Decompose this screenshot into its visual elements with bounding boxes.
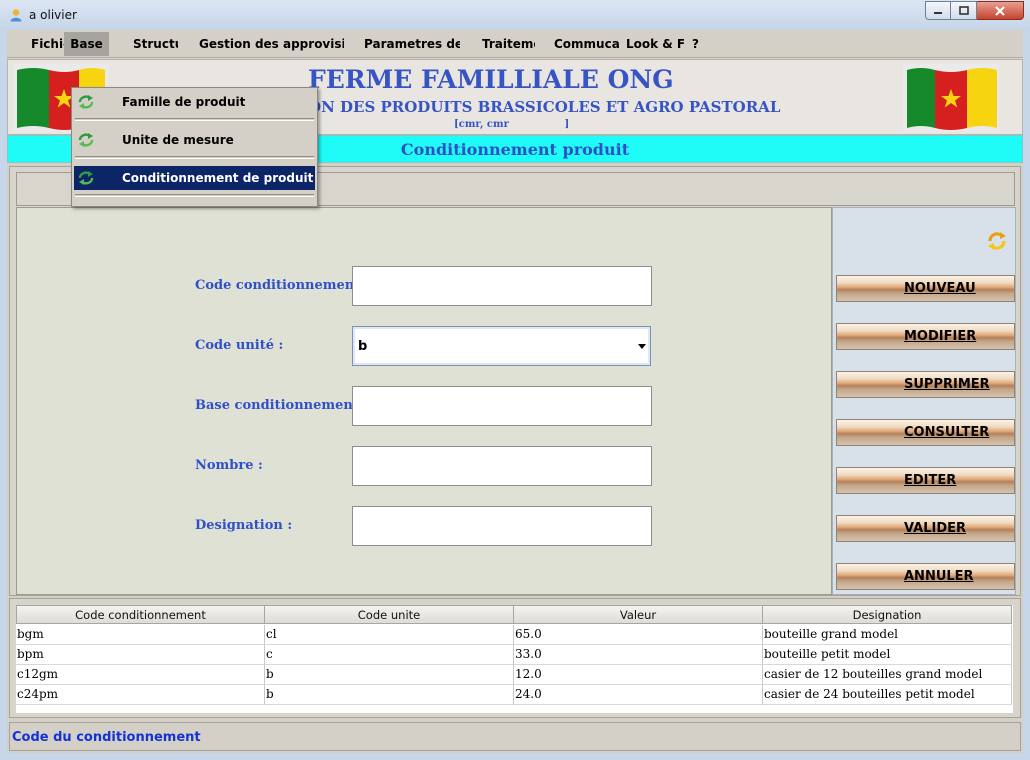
menu-separator (75, 156, 314, 159)
nouveau-button[interactable]: NOUVEAU (836, 275, 1015, 302)
table-cell: c12gm (16, 665, 265, 685)
maximize-icon (958, 6, 969, 15)
table-cell: 12.0 (514, 665, 763, 685)
cameroon-flag-right (903, 64, 999, 132)
editer-button-label: EDITER (904, 473, 957, 488)
annuler-button-label: ANNULER (904, 569, 974, 584)
menu-item-famille-produit[interactable]: Famille de produit (74, 90, 315, 114)
valider-button[interactable]: VALIDER (836, 515, 1015, 542)
modifier-button[interactable]: MODIFIER (836, 323, 1015, 350)
close-button[interactable] (977, 1, 1024, 20)
table-row[interactable]: c24pm b 24.0 casier de 24 bouteilles pet… (16, 685, 1013, 705)
table-cell: bpm (16, 645, 265, 665)
nombre-input[interactable] (352, 446, 652, 486)
refresh-icon[interactable] (986, 230, 1008, 252)
status-bar: Code du conditionnement (9, 722, 1021, 751)
status-text: Code du conditionnement (12, 730, 201, 745)
modifier-button-label: MODIFIER (904, 329, 977, 344)
table-cell: bouteille grand model (763, 625, 1012, 645)
maximize-button[interactable] (951, 1, 977, 20)
menu-gestion-approvisionnement[interactable]: Gestion des approvisionn (199, 37, 344, 51)
nouveau-button-label: NOUVEAU (904, 281, 976, 296)
organization-title: FERME FAMILLIALE ONG (308, 65, 674, 94)
valider-button-label: VALIDER (904, 521, 967, 536)
menu-item-label: Unite de mesure (122, 133, 234, 147)
window-title: a olivier (29, 8, 77, 22)
designation-input[interactable] (352, 506, 652, 546)
code-unite-selected-value: b (358, 339, 368, 354)
menu-help[interactable]: ? (692, 37, 702, 51)
code-unite-label: Code unité : (195, 338, 284, 353)
menu-item-unite-mesure[interactable]: Unite de mesure (74, 128, 315, 152)
user-icon (10, 9, 22, 22)
menu-look-and-feel[interactable]: Look & Fee (626, 37, 684, 51)
nombre-label: Nombre : (195, 458, 263, 473)
code-unite-select[interactable]: b (352, 326, 651, 366)
form-area: Code conditionnement : Code unité : b Ba… (16, 207, 832, 595)
table-cell: c (265, 645, 514, 665)
window-titlebar: a olivier (0, 0, 1030, 30)
minimize-icon (934, 11, 942, 14)
base-conditionnement-label: Base conditionnement : (195, 398, 369, 413)
code-conditionnement-input[interactable] (352, 266, 652, 306)
table-row[interactable]: bgm cl 65.0 bouteille grand model (16, 625, 1013, 645)
code-conditionnement-label: Code conditionnement : (195, 278, 370, 293)
menu-base[interactable]: Base (64, 32, 109, 56)
menu-separator (75, 194, 314, 197)
column-header-valeur[interactable]: Valeur (514, 605, 763, 624)
table-cell: 33.0 (514, 645, 763, 665)
table-cell: cl (265, 625, 514, 645)
table-row[interactable]: c12gm b 12.0 casier de 12 bouteilles gra… (16, 665, 1013, 685)
menu-bar: Fichie Base Structu Gestion des approvis… (7, 30, 1023, 58)
menu-item-label: Famille de produit (122, 95, 246, 109)
menu-item-conditionnement-produit[interactable]: Conditionnement de produit (74, 166, 315, 190)
menu-item-label: Conditionnement de produit (122, 171, 314, 185)
table-cell: casier de 12 bouteilles grand model (763, 665, 1012, 685)
refresh-green-icon (78, 133, 94, 147)
column-header-designation[interactable]: Designation (763, 605, 1012, 624)
menu-parametres[interactable]: Parametres de v (364, 37, 460, 51)
table-cell: casier de 24 bouteilles petit model (763, 685, 1012, 705)
menu-fichier[interactable]: Fichie (31, 37, 65, 51)
organization-location: [cmr, cmr ] (454, 119, 570, 130)
table-cell: 24.0 (514, 685, 763, 705)
table-panel: Code conditionnement Code unite Valeur D… (9, 598, 1021, 718)
menu-separator (75, 118, 314, 121)
consulter-button-label: CONSULTER (904, 425, 990, 440)
table-cell: bouteille petit model (763, 645, 1012, 665)
window-client-area: Fichie Base Structu Gestion des approvis… (7, 30, 1023, 753)
organization-subtitle: ON DES PRODUITS BRASSICOLES ET AGRO PAST… (308, 98, 781, 116)
column-header-code-unite[interactable]: Code unite (265, 605, 514, 624)
minimize-button[interactable] (925, 1, 951, 20)
close-icon (995, 5, 1005, 16)
refresh-green-icon (78, 95, 94, 109)
base-menu-dropdown: Famille de produit Unite de mesure Condi… (71, 87, 318, 207)
conditionnement-table: Code conditionnement Code unite Valeur D… (16, 605, 1013, 713)
column-header-code-conditionnement[interactable]: Code conditionnement (16, 605, 265, 624)
table-header: Code conditionnement Code unite Valeur D… (16, 605, 1013, 624)
consulter-button[interactable]: CONSULTER (836, 419, 1015, 446)
table-cell: c24pm (16, 685, 265, 705)
menu-structure[interactable]: Structu (133, 37, 178, 51)
designation-label: Designation : (195, 518, 293, 533)
table-cell: bgm (16, 625, 265, 645)
dropdown-arrow-icon[interactable] (638, 344, 646, 349)
actions-panel: NOUVEAU MODIFIER SUPPRIMER CONSULTER EDI… (832, 207, 1016, 595)
table-row[interactable]: bpm c 33.0 bouteille petit model (16, 645, 1013, 665)
table-cell: b (265, 665, 514, 685)
main-panel: Code conditionnement : Code unité : b Ba… (9, 166, 1021, 596)
annuler-button[interactable]: ANNULER (836, 563, 1015, 590)
supprimer-button[interactable]: SUPPRIMER (836, 371, 1015, 398)
supprimer-button-label: SUPPRIMER (904, 377, 990, 392)
table-cell: b (265, 685, 514, 705)
table-cell: 65.0 (514, 625, 763, 645)
base-conditionnement-input[interactable] (352, 386, 652, 426)
editer-button[interactable]: EDITER (836, 467, 1015, 494)
menu-communication[interactable]: Commucati (554, 37, 620, 51)
menu-traitement[interactable]: Traiteme (482, 37, 535, 51)
refresh-green-icon (78, 171, 94, 185)
